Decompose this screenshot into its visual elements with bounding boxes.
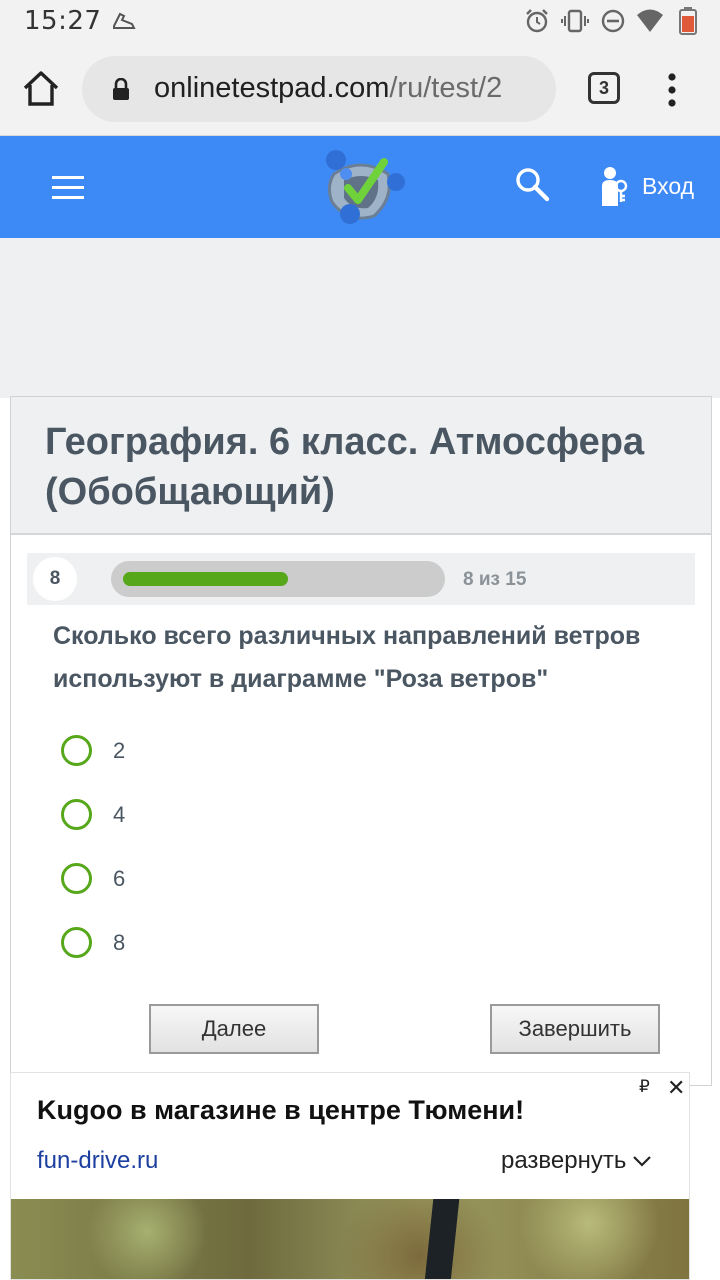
ad-expand-button[interactable]: развернуть: [501, 1147, 652, 1175]
answer-option[interactable]: 2: [61, 733, 661, 797]
ad-title[interactable]: Kugoo в магазине в центре Тюмени!: [37, 1095, 524, 1126]
status-time: 15:27: [24, 6, 102, 36]
test-title: География. 6 класс. Атмосфера (Обобщающи…: [45, 421, 645, 513]
answer-option[interactable]: 8: [61, 925, 661, 989]
test-card: География. 6 класс. Атмосфера (Обобщающи…: [10, 396, 712, 1086]
activity-shoe-icon: [113, 12, 136, 29]
chevron-down-icon: [633, 1156, 652, 1167]
url-text: onlinetestpad.com/ru/test/2: [154, 72, 502, 105]
question-text: Сколько всего различных направлений ветр…: [53, 622, 641, 693]
alarm-icon: [526, 9, 548, 33]
site-header: Вход: [0, 136, 720, 238]
wifi-icon: [637, 9, 663, 32]
browser-menu-icon[interactable]: [662, 72, 682, 108]
progress-text: 8 из 15: [463, 569, 527, 590]
tab-switcher-button[interactable]: 3: [588, 72, 620, 104]
user-key-icon: [602, 167, 628, 206]
battery-icon: [679, 7, 697, 35]
ad-close-button[interactable]: ✕: [667, 1075, 685, 1101]
test-title-bar: География. 6 класс. Атмосфера (Обобщающи…: [11, 397, 711, 535]
radio-button[interactable]: [61, 927, 92, 958]
ad-link[interactable]: fun-drive.ru: [37, 1147, 158, 1175]
ad-expand-label: развернуть: [501, 1147, 627, 1174]
status-bar: 15:27: [0, 0, 720, 42]
address-bar[interactable]: onlinetestpad.com/ru/test/2: [82, 56, 556, 122]
answer-option[interactable]: 4: [61, 797, 661, 861]
ad-image[interactable]: [11, 1199, 689, 1279]
ad-placeholder: [0, 238, 720, 398]
do-not-disturb-icon: [601, 9, 625, 33]
radio-button[interactable]: [61, 863, 92, 894]
answer-label: 4: [113, 802, 126, 827]
answer-label: 2: [113, 738, 126, 763]
url-domain: onlinetestpad.com: [154, 72, 390, 104]
vibrate-icon: [561, 9, 589, 33]
login-button[interactable]: Вход: [598, 164, 694, 208]
answer-options: 2 4 6 8: [61, 733, 661, 989]
ad-banner[interactable]: Kugoo в магазине в центре Тюмени! fun-dr…: [10, 1072, 690, 1280]
answer-label: 6: [113, 866, 126, 891]
question-number-badge: 8: [33, 557, 77, 601]
search-icon[interactable]: [514, 166, 550, 202]
hamburger-menu-icon[interactable]: [52, 176, 84, 200]
home-icon[interactable]: [20, 68, 62, 110]
browser-toolbar: onlinetestpad.com/ru/test/2 3: [0, 42, 720, 136]
url-path: /ru/test/2: [389, 72, 503, 104]
progress-track: [111, 561, 445, 597]
lock-icon: [113, 78, 129, 100]
answer-label: 8: [113, 930, 126, 955]
answer-option[interactable]: 6: [61, 861, 661, 925]
site-logo[interactable]: [314, 146, 408, 228]
ad-currency-icon: ₽: [639, 1077, 650, 1096]
finish-button[interactable]: Завершить: [490, 1004, 660, 1054]
progress-row: 8 8 из 15: [27, 553, 695, 605]
radio-button[interactable]: [61, 799, 92, 830]
progress-fill: [123, 572, 288, 586]
login-label: Вход: [642, 172, 695, 199]
radio-button[interactable]: [61, 735, 92, 766]
next-button[interactable]: Далее: [149, 1004, 319, 1054]
